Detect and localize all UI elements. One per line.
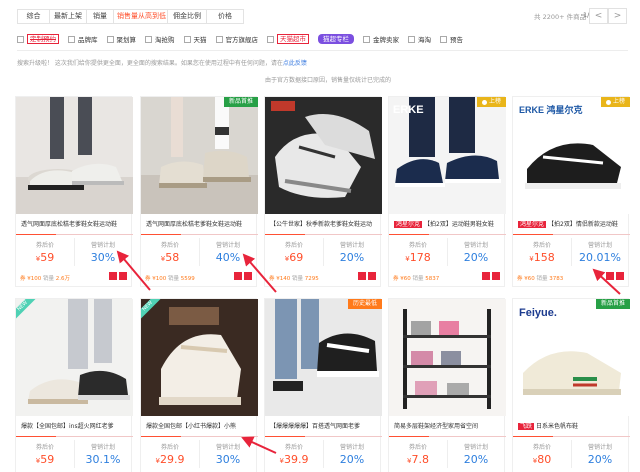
- arrow-annotation: [116, 250, 151, 291]
- annotation-arrows: [116, 250, 621, 454]
- arrow-annotation: [241, 436, 277, 454]
- page: { "sort": { "buttons": ["综合","最新上架","销量"…: [0, 0, 640, 472]
- arrow-annotation: [592, 268, 621, 295]
- arrow-annotation: [242, 253, 277, 293]
